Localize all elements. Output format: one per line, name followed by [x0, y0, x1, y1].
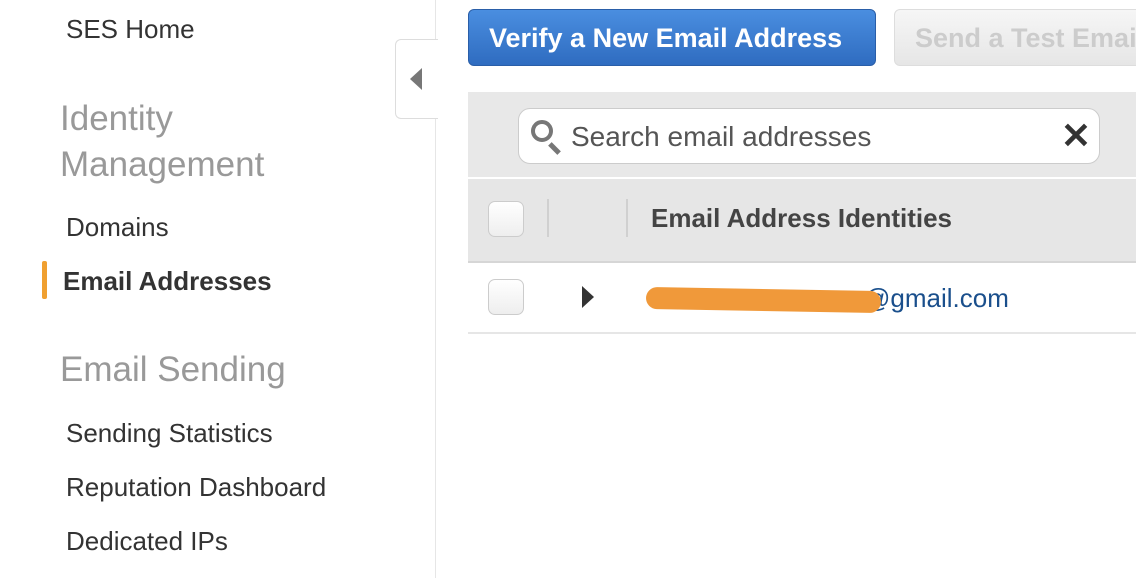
sidebar-item-reputation-dashboard[interactable]: Reputation Dashboard: [66, 472, 326, 503]
table-header: Email Address Identities: [468, 179, 1136, 263]
select-all-checkbox[interactable]: [488, 201, 524, 237]
close-icon[interactable]: ✕: [1061, 115, 1091, 157]
verify-email-button[interactable]: Verify a New Email Address: [468, 9, 876, 66]
search-box: ✕: [518, 108, 1100, 164]
sidebar-item-domains[interactable]: Domains: [66, 212, 169, 243]
active-indicator: [42, 261, 47, 299]
sidebar: SES Home Identity Management Domains Ema…: [0, 0, 436, 578]
search-bar: ✕: [468, 92, 1136, 177]
sidebar-item-sending-statistics[interactable]: Sending Statistics: [66, 418, 273, 449]
send-test-email-button[interactable]: Send a Test Email: [894, 9, 1136, 66]
redaction-mark: [645, 286, 882, 314]
section-email-sending: Email Sending: [60, 350, 286, 389]
sidebar-item-ses-home[interactable]: SES Home: [66, 14, 195, 45]
expand-arrow-icon[interactable]: [582, 286, 594, 308]
search-icon: [531, 120, 553, 142]
column-divider: [547, 199, 549, 237]
column-header-email[interactable]: Email Address Identities: [651, 203, 952, 234]
row-checkbox[interactable]: [488, 279, 524, 315]
sidebar-item-dedicated-ips[interactable]: Dedicated IPs: [66, 526, 228, 557]
column-divider: [626, 199, 628, 237]
collapse-sidebar-button[interactable]: [395, 39, 438, 119]
table-row[interactable]: @gmail.com: [468, 262, 1136, 334]
search-input[interactable]: [569, 117, 1043, 157]
section-identity-management: Identity Management: [60, 99, 265, 184]
chevron-left-icon: [410, 68, 422, 90]
sidebar-item-email-addresses[interactable]: Email Addresses: [63, 266, 272, 297]
